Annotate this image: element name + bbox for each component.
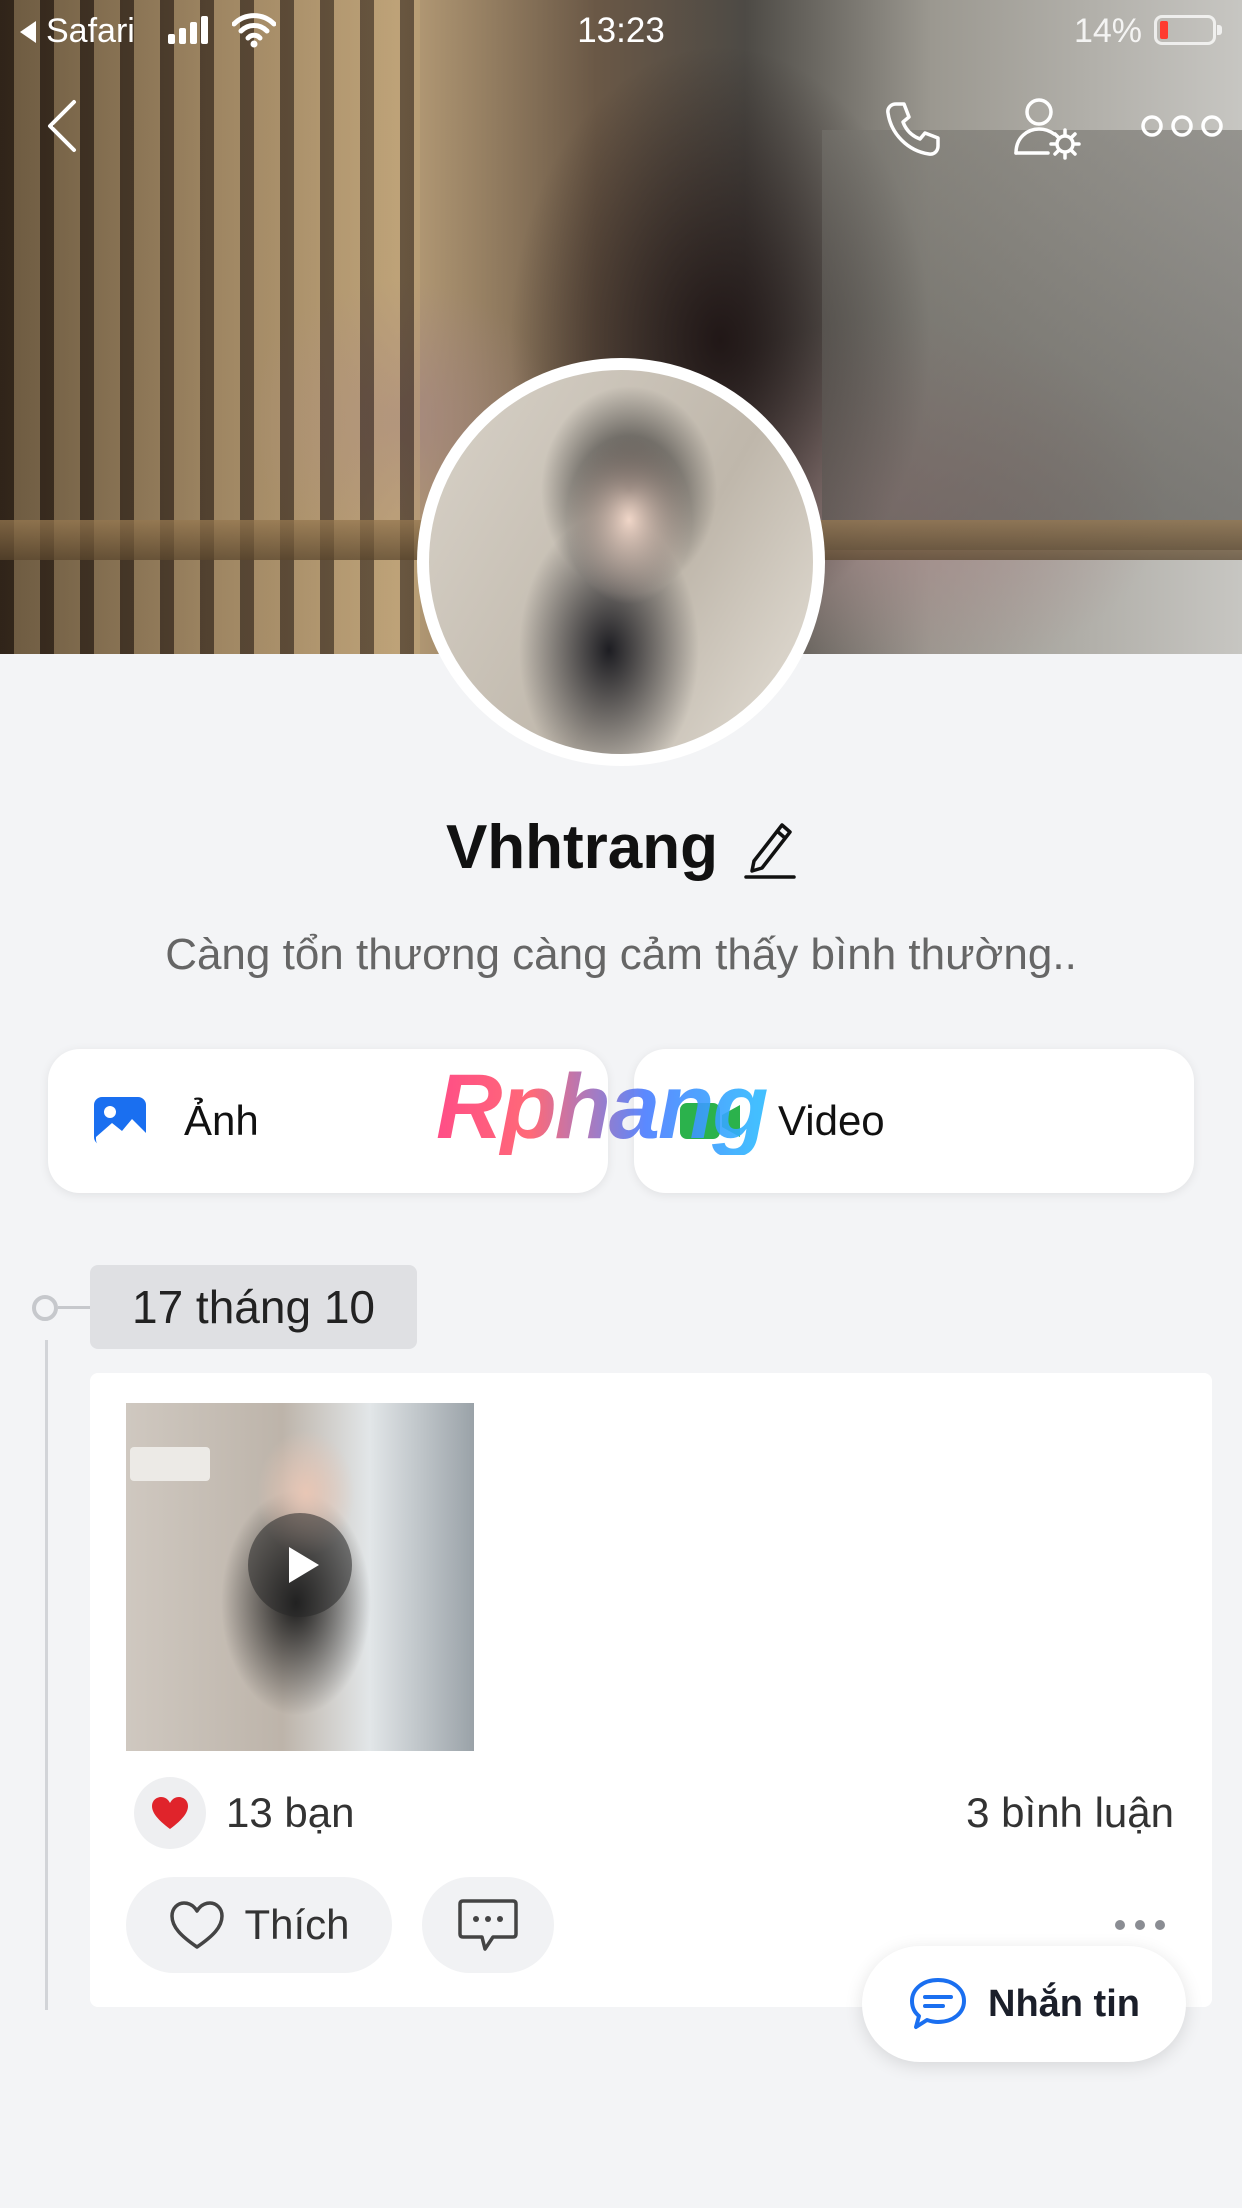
profile-settings-button[interactable] bbox=[1010, 94, 1086, 164]
post-more-icon[interactable] bbox=[1112, 1915, 1168, 1935]
profile-name-row: Vhhtrang bbox=[0, 812, 1242, 883]
pencil-edit-icon[interactable] bbox=[742, 817, 796, 879]
timeline-date: 17 tháng 10 bbox=[90, 1265, 417, 1349]
photos-label: Ảnh bbox=[184, 1097, 259, 1144]
back-button[interactable] bbox=[38, 96, 86, 156]
play-icon[interactable] bbox=[248, 1513, 352, 1617]
avatar-photo bbox=[429, 370, 813, 754]
timeline-branch bbox=[58, 1306, 92, 1309]
thumbnail-detail bbox=[130, 1447, 210, 1481]
video-thumbnail[interactable] bbox=[126, 1403, 474, 1751]
more-dots-icon bbox=[1141, 115, 1223, 137]
battery-percent: 14% bbox=[1073, 12, 1142, 50]
timeline-dot bbox=[32, 1295, 58, 1321]
comment-count[interactable]: 3 bình luận bbox=[966, 1789, 1174, 1837]
heart-outline-icon bbox=[170, 1901, 225, 1949]
phone-icon bbox=[886, 102, 940, 156]
watermark: Rphang bbox=[436, 1055, 816, 1158]
call-button[interactable] bbox=[880, 96, 946, 162]
like-label: Thích bbox=[244, 1901, 350, 1948]
message-label: Nhắn tin bbox=[988, 1982, 1140, 2025]
avatar[interactable] bbox=[417, 358, 825, 766]
chevron-left-icon bbox=[48, 100, 76, 152]
comment-bubble-icon bbox=[458, 1899, 518, 1951]
chat-icon bbox=[910, 1978, 966, 2029]
image-icon bbox=[94, 1097, 146, 1145]
profile-bio: Càng tổn thương càng cảm thấy bình thườn… bbox=[165, 930, 1077, 979]
status-bar: Safari 13:23 14% bbox=[0, 0, 1242, 62]
more-options-button[interactable] bbox=[1140, 110, 1224, 142]
heart-icon bbox=[152, 1797, 188, 1829]
reaction-count[interactable]: 13 bạn bbox=[226, 1789, 354, 1837]
timeline-line bbox=[45, 1340, 48, 2010]
comment-button[interactable] bbox=[422, 1877, 554, 1973]
reaction-row: 13 bạn 3 bình luận bbox=[134, 1777, 1174, 1849]
clock: 13:23 bbox=[577, 11, 665, 50]
person-gear-icon bbox=[1014, 98, 1081, 160]
like-button[interactable]: Thích bbox=[126, 1877, 392, 1973]
message-button[interactable]: Nhắn tin bbox=[862, 1946, 1186, 2062]
post-card: 13 bạn 3 bình luận Thích bbox=[90, 1373, 1212, 2007]
cover-texture bbox=[822, 130, 1242, 550]
profile-name: Vhhtrang bbox=[445, 813, 719, 882]
battery-icon bbox=[1154, 15, 1222, 45]
heart-reaction-icon[interactable] bbox=[134, 1777, 206, 1849]
